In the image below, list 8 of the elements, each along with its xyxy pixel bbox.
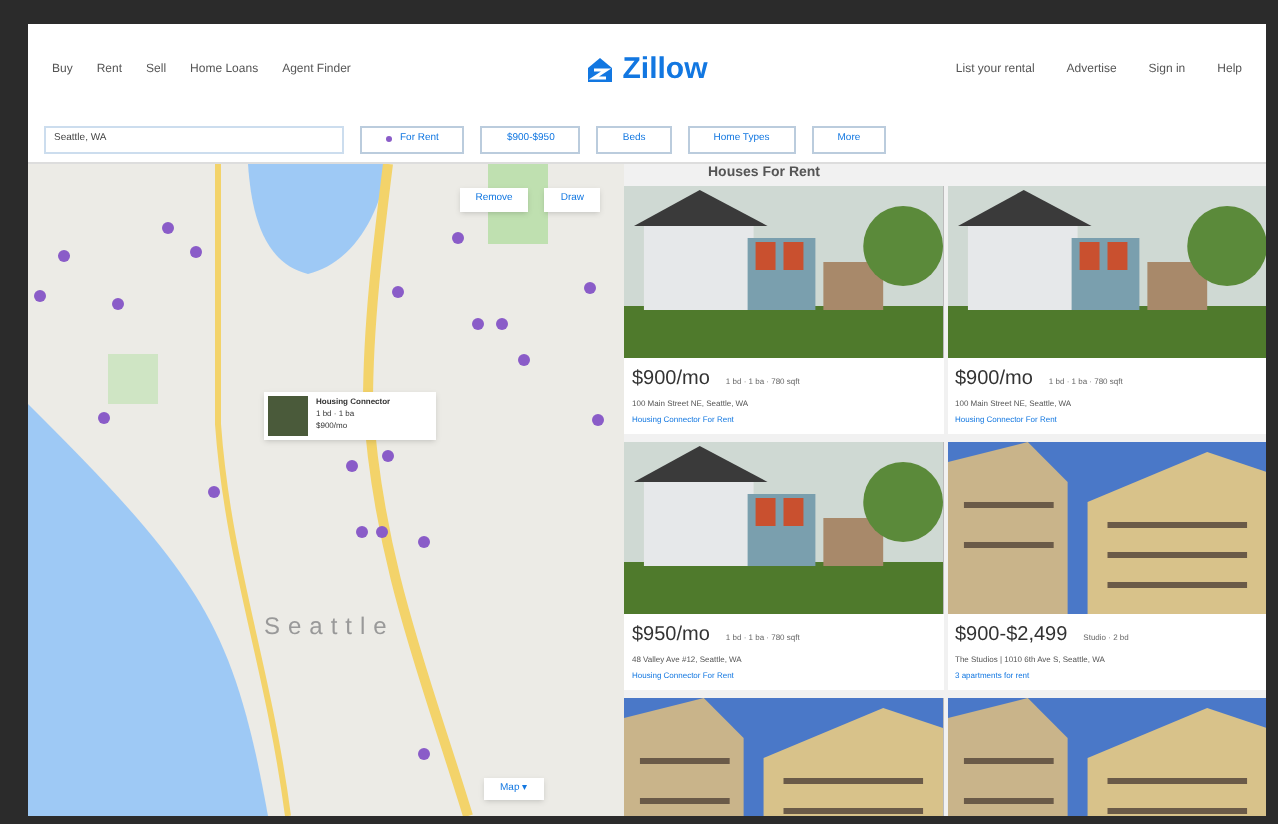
listing-price: $900-$2,499 [955, 621, 1068, 649]
listing-price: $900/mo [955, 365, 1033, 393]
listing-price: $900/mo [632, 365, 710, 393]
photo-placeholder [268, 396, 308, 436]
listing-price: $950/mo [632, 621, 710, 649]
map-city-label: Seattle [264, 610, 395, 644]
logo-text[interactable]: Zillow [622, 47, 708, 93]
logo-icon [586, 56, 615, 84]
